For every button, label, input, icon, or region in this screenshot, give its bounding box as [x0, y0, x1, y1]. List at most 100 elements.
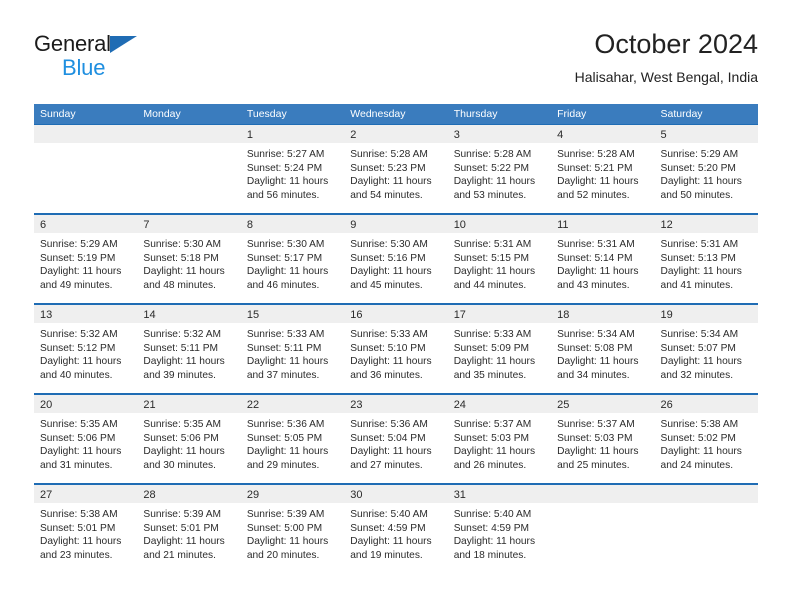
day-number-band: 16 [344, 305, 448, 323]
weekday-header-row: Sunday Monday Tuesday Wednesday Thursday Frid… [34, 104, 758, 124]
daylight-text: Daylight: 11 hours and 30 minutes. [143, 446, 225, 471]
day-details: Sunrise: 5:39 AM Sunset: 5:00 PM Daylight:… [241, 503, 344, 562]
calendar-day-cell[interactable]: 4 Sunrise: 5:28 AM Sunset: 5:21 PM Daylight… [551, 125, 655, 213]
calendar-day-cell[interactable]: 7 Sunrise: 5:30 AM Sunset: 5:18 PM Daylight… [137, 215, 241, 303]
sunrise-text: Sunrise: 5:30 AM [246, 239, 325, 250]
calendar-day-cell[interactable]: 6 Sunrise: 5:29 AM Sunset: 5:19 PM Daylight… [34, 215, 138, 303]
day-details: Sunrise: 5:32 AM Sunset: 5:11 PM Daylight:… [137, 323, 240, 382]
sunrise-text: Sunrise: 5:34 AM [660, 329, 739, 340]
day-number-band: 2 [344, 125, 448, 143]
day-number: 22 [246, 399, 260, 411]
day-details: Sunrise: 5:36 AM Sunset: 5:04 PM Daylight:… [344, 413, 447, 472]
day-details: Sunrise: 5:28 AM Sunset: 5:23 PM Daylight:… [344, 143, 447, 202]
calendar-day-cell[interactable]: 5 Sunrise: 5:29 AM Sunset: 5:20 PM Daylight… [654, 125, 758, 213]
sunrise-text: Sunrise: 5:36 AM [246, 419, 325, 430]
day-number: 27 [40, 489, 53, 501]
daylight-text: Daylight: 11 hours and 52 minutes. [557, 176, 639, 201]
sunset-text: Sunset: 5:20 PM [660, 162, 736, 174]
calendar-day-cell[interactable]: 17 Sunrise: 5:33 AM Sunset: 5:09 PM Dayligh… [447, 305, 552, 393]
sunset-text: Sunset: 5:11 PM [143, 342, 218, 354]
calendar-day-cell[interactable]: 30 Sunrise: 5:40 AM Sunset: 4:59 PM Dayligh… [344, 485, 448, 573]
calendar-body: 1 Sunrise: 5:27 AM Sunset: 5:24 PM Daylight… [34, 124, 758, 573]
calendar-day-cell[interactable]: 13 Sunrise: 5:32 AM Sunset: 5:12 PM Dayligh… [34, 305, 138, 393]
calendar-day-cell[interactable]: 16 Sunrise: 5:33 AM Sunset: 5:10 PM Dayligh… [344, 305, 448, 393]
day-number: 5 [660, 129, 667, 141]
calendar-day-cell[interactable]: 3 Sunrise: 5:28 AM Sunset: 5:22 PM Daylight… [447, 125, 552, 213]
day-number-band: 9 [344, 215, 448, 233]
calendar-day-cell[interactable]: 23 Sunrise: 5:36 AM Sunset: 5:04 PM Dayligh… [344, 395, 448, 483]
day-details: Sunrise: 5:31 AM Sunset: 5:15 PM Daylight:… [448, 233, 551, 292]
sunrise-text: Sunrise: 5:29 AM [40, 239, 118, 250]
day-details: Sunrise: 5:37 AM Sunset: 5:03 PM Daylight:… [551, 413, 654, 472]
day-details: Sunrise: 5:27 AM Sunset: 5:24 PM Daylight:… [241, 143, 344, 202]
weekday-header-saturday: Saturday [660, 108, 703, 120]
calendar-day-cell[interactable]: 22 Sunrise: 5:36 AM Sunset: 5:05 PM Dayligh… [240, 395, 345, 483]
day-number-band: 17 [447, 305, 552, 323]
day-details: Sunrise: 5:35 AM Sunset: 5:06 PM Daylight:… [34, 413, 137, 472]
day-number: 14 [143, 309, 156, 321]
day-number: 12 [660, 219, 673, 231]
calendar-day-cell[interactable]: 9 Sunrise: 5:30 AM Sunset: 5:16 PM Daylight… [344, 215, 448, 303]
sunrise-text: Sunrise: 5:40 AM [350, 509, 428, 520]
daylight-text: Daylight: 11 hours and 50 minutes. [660, 176, 742, 201]
sunset-text: Sunset: 5:09 PM [453, 342, 530, 354]
calendar-day-cell[interactable]: 14 Sunrise: 5:32 AM Sunset: 5:11 PM Dayligh… [137, 305, 241, 393]
day-number-band: 30 [344, 485, 448, 503]
calendar-day-cell[interactable]: 11 Sunrise: 5:31 AM Sunset: 5:14 PM Dayligh… [551, 215, 655, 303]
calendar-day-cell[interactable]: 8 Sunrise: 5:30 AM Sunset: 5:17 PM Daylight… [240, 215, 345, 303]
daylight-text: Daylight: 11 hours and 43 minutes. [557, 266, 639, 291]
day-number: 10 [453, 219, 466, 231]
day-number-band: 10 [447, 215, 552, 233]
day-number-band: 25 [551, 395, 655, 413]
calendar-day-cell[interactable]: 18 Sunrise: 5:34 AM Sunset: 5:08 PM Dayligh… [551, 305, 655, 393]
day-number-band: 8 [240, 215, 345, 233]
sunset-text: Sunset: 5:12 PM [40, 342, 116, 354]
calendar-day-cell[interactable]: 1 Sunrise: 5:27 AM Sunset: 5:24 PM Daylight… [240, 125, 345, 213]
sunrise-text: Sunrise: 5:28 AM [453, 149, 532, 160]
calendar-day-cell[interactable]: 25 Sunrise: 5:37 AM Sunset: 5:03 PM Dayligh… [551, 395, 655, 483]
calendar-day-cell[interactable]: 12 Sunrise: 5:31 AM Sunset: 5:13 PM Dayligh… [654, 215, 758, 303]
calendar-day-cell[interactable]: 28 Sunrise: 5:39 AM Sunset: 5:01 PM Dayligh… [137, 485, 241, 573]
calendar-day-cell[interactable]: 20 Sunrise: 5:35 AM Sunset: 5:06 PM Dayligh… [34, 395, 138, 483]
sunset-text: Sunset: 5:01 PM [40, 522, 116, 534]
sunrise-text: Sunrise: 5:31 AM [660, 239, 739, 250]
day-details: Sunrise: 5:28 AM Sunset: 5:22 PM Daylight:… [448, 143, 551, 202]
daylight-text: Daylight: 11 hours and 44 minutes. [453, 266, 536, 291]
calendar-day-cell[interactable]: 27 Sunrise: 5:38 AM Sunset: 5:01 PM Dayligh… [34, 485, 138, 573]
calendar-day-cell-empty [34, 125, 138, 213]
calendar-day-cell[interactable]: 19 Sunrise: 5:34 AM Sunset: 5:07 PM Dayligh… [654, 305, 758, 393]
calendar-day-cell[interactable]: 21 Sunrise: 5:35 AM Sunset: 5:06 PM Dayligh… [137, 395, 241, 483]
calendar-day-cell[interactable]: 26 Sunrise: 5:38 AM Sunset: 5:02 PM Dayligh… [654, 395, 758, 483]
calendar-week-row: 1 Sunrise: 5:27 AM Sunset: 5:24 PM Daylight… [34, 124, 758, 213]
day-details: Sunrise: 5:33 AM Sunset: 5:11 PM Daylight:… [241, 323, 344, 382]
sunset-text: Sunset: 5:16 PM [350, 252, 426, 264]
calendar-day-cell[interactable]: 31 Sunrise: 5:40 AM Sunset: 4:59 PM Dayligh… [447, 485, 552, 573]
sunset-text: Sunset: 5:03 PM [557, 432, 633, 444]
daylight-text: Daylight: 11 hours and 45 minutes. [350, 266, 432, 291]
day-number: 3 [453, 129, 460, 141]
day-number: 11 [557, 219, 569, 231]
calendar-week-row: 20 Sunrise: 5:35 AM Sunset: 5:06 PM Dayligh… [34, 393, 758, 483]
calendar-day-cell[interactable]: 24 Sunrise: 5:37 AM Sunset: 5:03 PM Dayligh… [447, 395, 552, 483]
day-number-band: 20 [34, 395, 138, 413]
calendar-day-cell[interactable]: 10 Sunrise: 5:31 AM Sunset: 5:15 PM Dayligh… [447, 215, 552, 303]
day-number: 20 [40, 399, 53, 411]
sunset-text: Sunset: 5:05 PM [246, 432, 323, 444]
day-details: Sunrise: 5:31 AM Sunset: 5:14 PM Daylight:… [551, 233, 654, 292]
sunset-text: Sunset: 5:08 PM [557, 342, 633, 354]
day-number: 15 [246, 309, 260, 321]
generalblue-logo: General Blue [34, 32, 234, 80]
calendar-day-cell[interactable]: 2 Sunrise: 5:28 AM Sunset: 5:23 PM Daylight… [344, 125, 448, 213]
sunrise-text: Sunrise: 5:33 AM [246, 329, 325, 340]
sunrise-text: Sunrise: 5:36 AM [350, 419, 428, 430]
day-number: 23 [350, 399, 363, 411]
calendar-day-cell[interactable]: 29 Sunrise: 5:39 AM Sunset: 5:00 PM Dayligh… [240, 485, 345, 573]
calendar-week-row: 27 Sunrise: 5:38 AM Sunset: 5:01 PM Dayligh… [34, 483, 758, 573]
calendar-day-cell[interactable]: 15 Sunrise: 5:33 AM Sunset: 5:11 PM Dayligh… [240, 305, 345, 393]
sunrise-text: Sunrise: 5:30 AM [143, 239, 222, 250]
day-details: Sunrise: 5:30 AM Sunset: 5:17 PM Daylight:… [241, 233, 344, 292]
daylight-text: Daylight: 11 hours and 25 minutes. [557, 446, 639, 471]
day-details: Sunrise: 5:30 AM Sunset: 5:18 PM Daylight:… [137, 233, 240, 292]
sunrise-text: Sunrise: 5:31 AM [557, 239, 635, 250]
day-number-band [551, 485, 655, 503]
